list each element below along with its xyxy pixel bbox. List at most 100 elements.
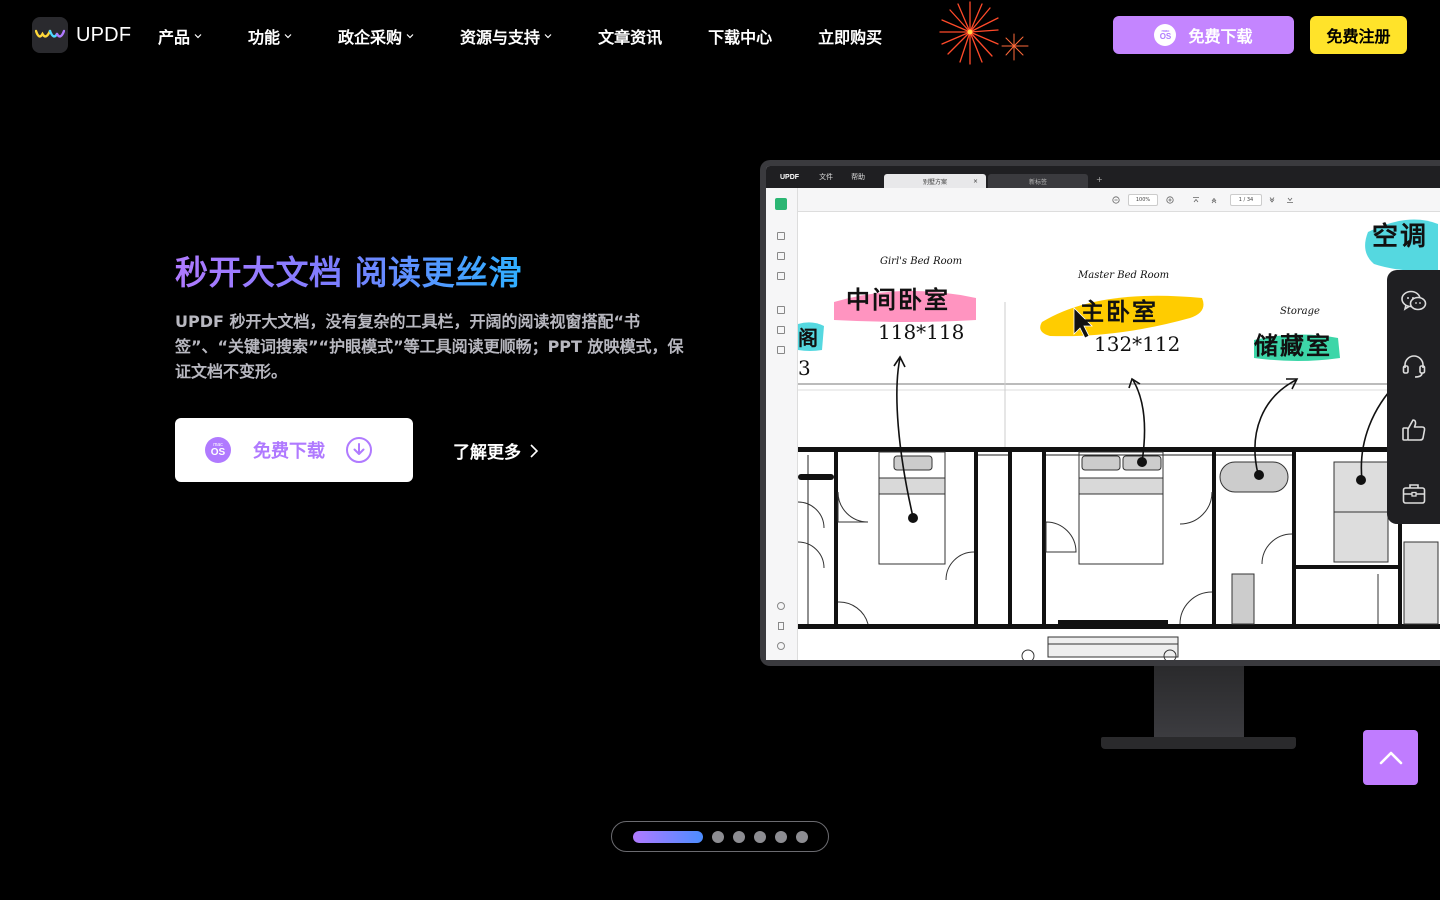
headset-icon[interactable] [1400, 352, 1428, 380]
hero-download-button[interactable]: mac OS 免费下载 [175, 418, 413, 482]
nav-label: 产品 [158, 28, 191, 47]
annotation-girls-room-size: 118*118 [878, 320, 965, 344]
carousel-dot[interactable] [754, 830, 766, 843]
document-floorplan: Girl's Bed Room 中间卧室 118*118 Master Bed … [798, 212, 1440, 660]
app-titlebar: UPDF 文件 帮助 别墅方案 × 新标签 + [766, 166, 1440, 188]
nav-products[interactable]: 产品 [158, 24, 202, 48]
annotation-storage-en: Storage [1280, 306, 1320, 317]
close-icon: × [972, 177, 978, 185]
header-download-label: 免费下载 [1188, 27, 1253, 46]
register-button[interactable]: 免费注册 [1310, 16, 1407, 54]
chevron-down-icon [284, 34, 292, 39]
attachment-icon [777, 642, 785, 650]
next-page-icon [1269, 197, 1275, 203]
back-to-top-button[interactable] [1363, 730, 1418, 785]
annotation-ac-cn: 空调 [1372, 222, 1429, 252]
zoom-in-icon [1166, 196, 1174, 204]
app-tab-active: 别墅方案 × [884, 174, 986, 188]
page-value: 1 / 34 [1238, 197, 1254, 203]
logo-text: UPDF [76, 23, 132, 46]
nav-resources[interactable]: 资源与支持 [460, 24, 552, 48]
macos-badge-bottom: OS [210, 446, 226, 458]
carousel-dot[interactable] [796, 830, 808, 843]
nav-articles[interactable]: 文章资讯 [598, 24, 662, 48]
nav-features[interactable]: 功能 [248, 24, 292, 48]
chevron-up-icon [1379, 751, 1402, 764]
annotation-left-num: 3 [798, 356, 811, 380]
bookmark-icon [778, 622, 784, 630]
annotation-left-cn: 阁 [798, 326, 818, 350]
plus-icon: + [1096, 175, 1103, 184]
learn-more-label: 了解更多 [453, 443, 521, 463]
updf-logo-icon [32, 17, 68, 53]
organize-icon [777, 272, 785, 280]
carousel-dot[interactable] [733, 830, 745, 843]
zoom-value: 100% [1135, 197, 1151, 203]
monitor-base [1101, 737, 1296, 749]
reader-mode-icon [775, 198, 787, 210]
hero-download-label: 免费下载 [253, 441, 325, 462]
app-menu-file: 文件 [819, 173, 834, 181]
zoom-select: 100% [1128, 194, 1158, 206]
annotation-girls-room-en: Girl's Bed Room [880, 256, 963, 267]
carousel-dot[interactable] [775, 830, 787, 843]
nav-label: 政企采购 [338, 28, 403, 47]
zoom-out-icon [1112, 196, 1120, 204]
app-tab-label: 别墅方案 [922, 178, 947, 186]
nav-label: 文章资讯 [598, 28, 663, 47]
register-label: 免费注册 [1326, 27, 1391, 46]
app-preview-screen: UPDF 文件 帮助 别墅方案 × 新标签 + 100% 1 / 34 Girl… [766, 166, 1440, 660]
nav-enterprise[interactable]: 政企采购 [338, 24, 414, 48]
last-page-icon [1287, 197, 1293, 203]
first-page-icon [1193, 197, 1199, 203]
carousel-dot[interactable] [712, 830, 724, 843]
nav-label: 下载中心 [708, 28, 773, 47]
nav-downloads[interactable]: 下载中心 [708, 24, 772, 48]
monitor-mockup: UPDF 文件 帮助 别墅方案 × 新标签 + 100% 1 / 34 Girl… [760, 160, 1440, 666]
prev-page-icon [1211, 197, 1217, 204]
comment-icon [777, 252, 785, 260]
chevron-down-icon [544, 34, 552, 39]
learn-more-link[interactable]: 了解更多 [453, 438, 539, 463]
nav-buy[interactable]: 立即购买 [818, 24, 882, 48]
nav-label: 立即购买 [818, 28, 883, 47]
fireworks-icon [939, 1, 1029, 65]
app-menu-help: 帮助 [851, 173, 866, 181]
layers-icon [777, 602, 785, 610]
nav-label: 资源与支持 [460, 28, 541, 47]
hero-description: UPDF 秒开大文档，没有复杂的工具栏，开阔的阅读视窗搭配“书签”、“关键词搜索… [175, 312, 684, 381]
form-icon [777, 306, 785, 314]
annotation-master-room-cn: 主卧室 [1080, 298, 1158, 326]
logo[interactable]: UPDF [32, 17, 131, 53]
chevron-down-icon [406, 34, 414, 39]
download-circle-icon [346, 437, 372, 463]
annotation-master-room-en: Master Bed Room [1078, 270, 1170, 281]
app-logo: UPDF [780, 173, 800, 181]
annotation-girls-room-cn: 中间卧室 [846, 286, 950, 314]
app-toolbar: 100% 1 / 34 [766, 188, 1440, 212]
macos-icon: mac OS [205, 437, 231, 463]
monitor-stand [1154, 666, 1244, 738]
edit-icon [777, 232, 785, 240]
thumbs-up-icon[interactable] [1400, 416, 1428, 444]
chevron-right-icon [530, 443, 539, 458]
macos-icon: mac OS [1154, 24, 1177, 46]
annotation-master-room-size: 132*112 [1094, 332, 1181, 356]
macos-badge-bottom: OS [1159, 32, 1172, 41]
site-header: UPDF 产品 功能 政企采购 资源与支持 文章资讯 下载中心 立即购买 mac… [0, 0, 1440, 72]
crop-icon [777, 326, 785, 334]
annotation-storage-cn: 储藏室 [1254, 332, 1332, 360]
carousel-pagination [611, 821, 829, 852]
floating-service-panel [1387, 270, 1440, 524]
pages-icon [777, 346, 785, 354]
app-tab-label: 新标签 [1028, 178, 1047, 186]
header-download-button[interactable]: mac OS 免费下载 [1113, 16, 1294, 54]
toolbox-icon[interactable] [1400, 480, 1428, 508]
main-nav: 产品 功能 政企采购 资源与支持 文章资讯 下载中心 立即购买 [158, 24, 928, 48]
hero-title: 秒开大文档 阅读更丝滑 [175, 246, 522, 294]
carousel-dot-active[interactable] [633, 830, 703, 843]
app-tab-new: 新标签 [988, 174, 1088, 188]
page-indicator: 1 / 34 [1230, 194, 1262, 206]
wechat-icon[interactable] [1400, 288, 1428, 316]
app-sidebar [766, 188, 798, 660]
